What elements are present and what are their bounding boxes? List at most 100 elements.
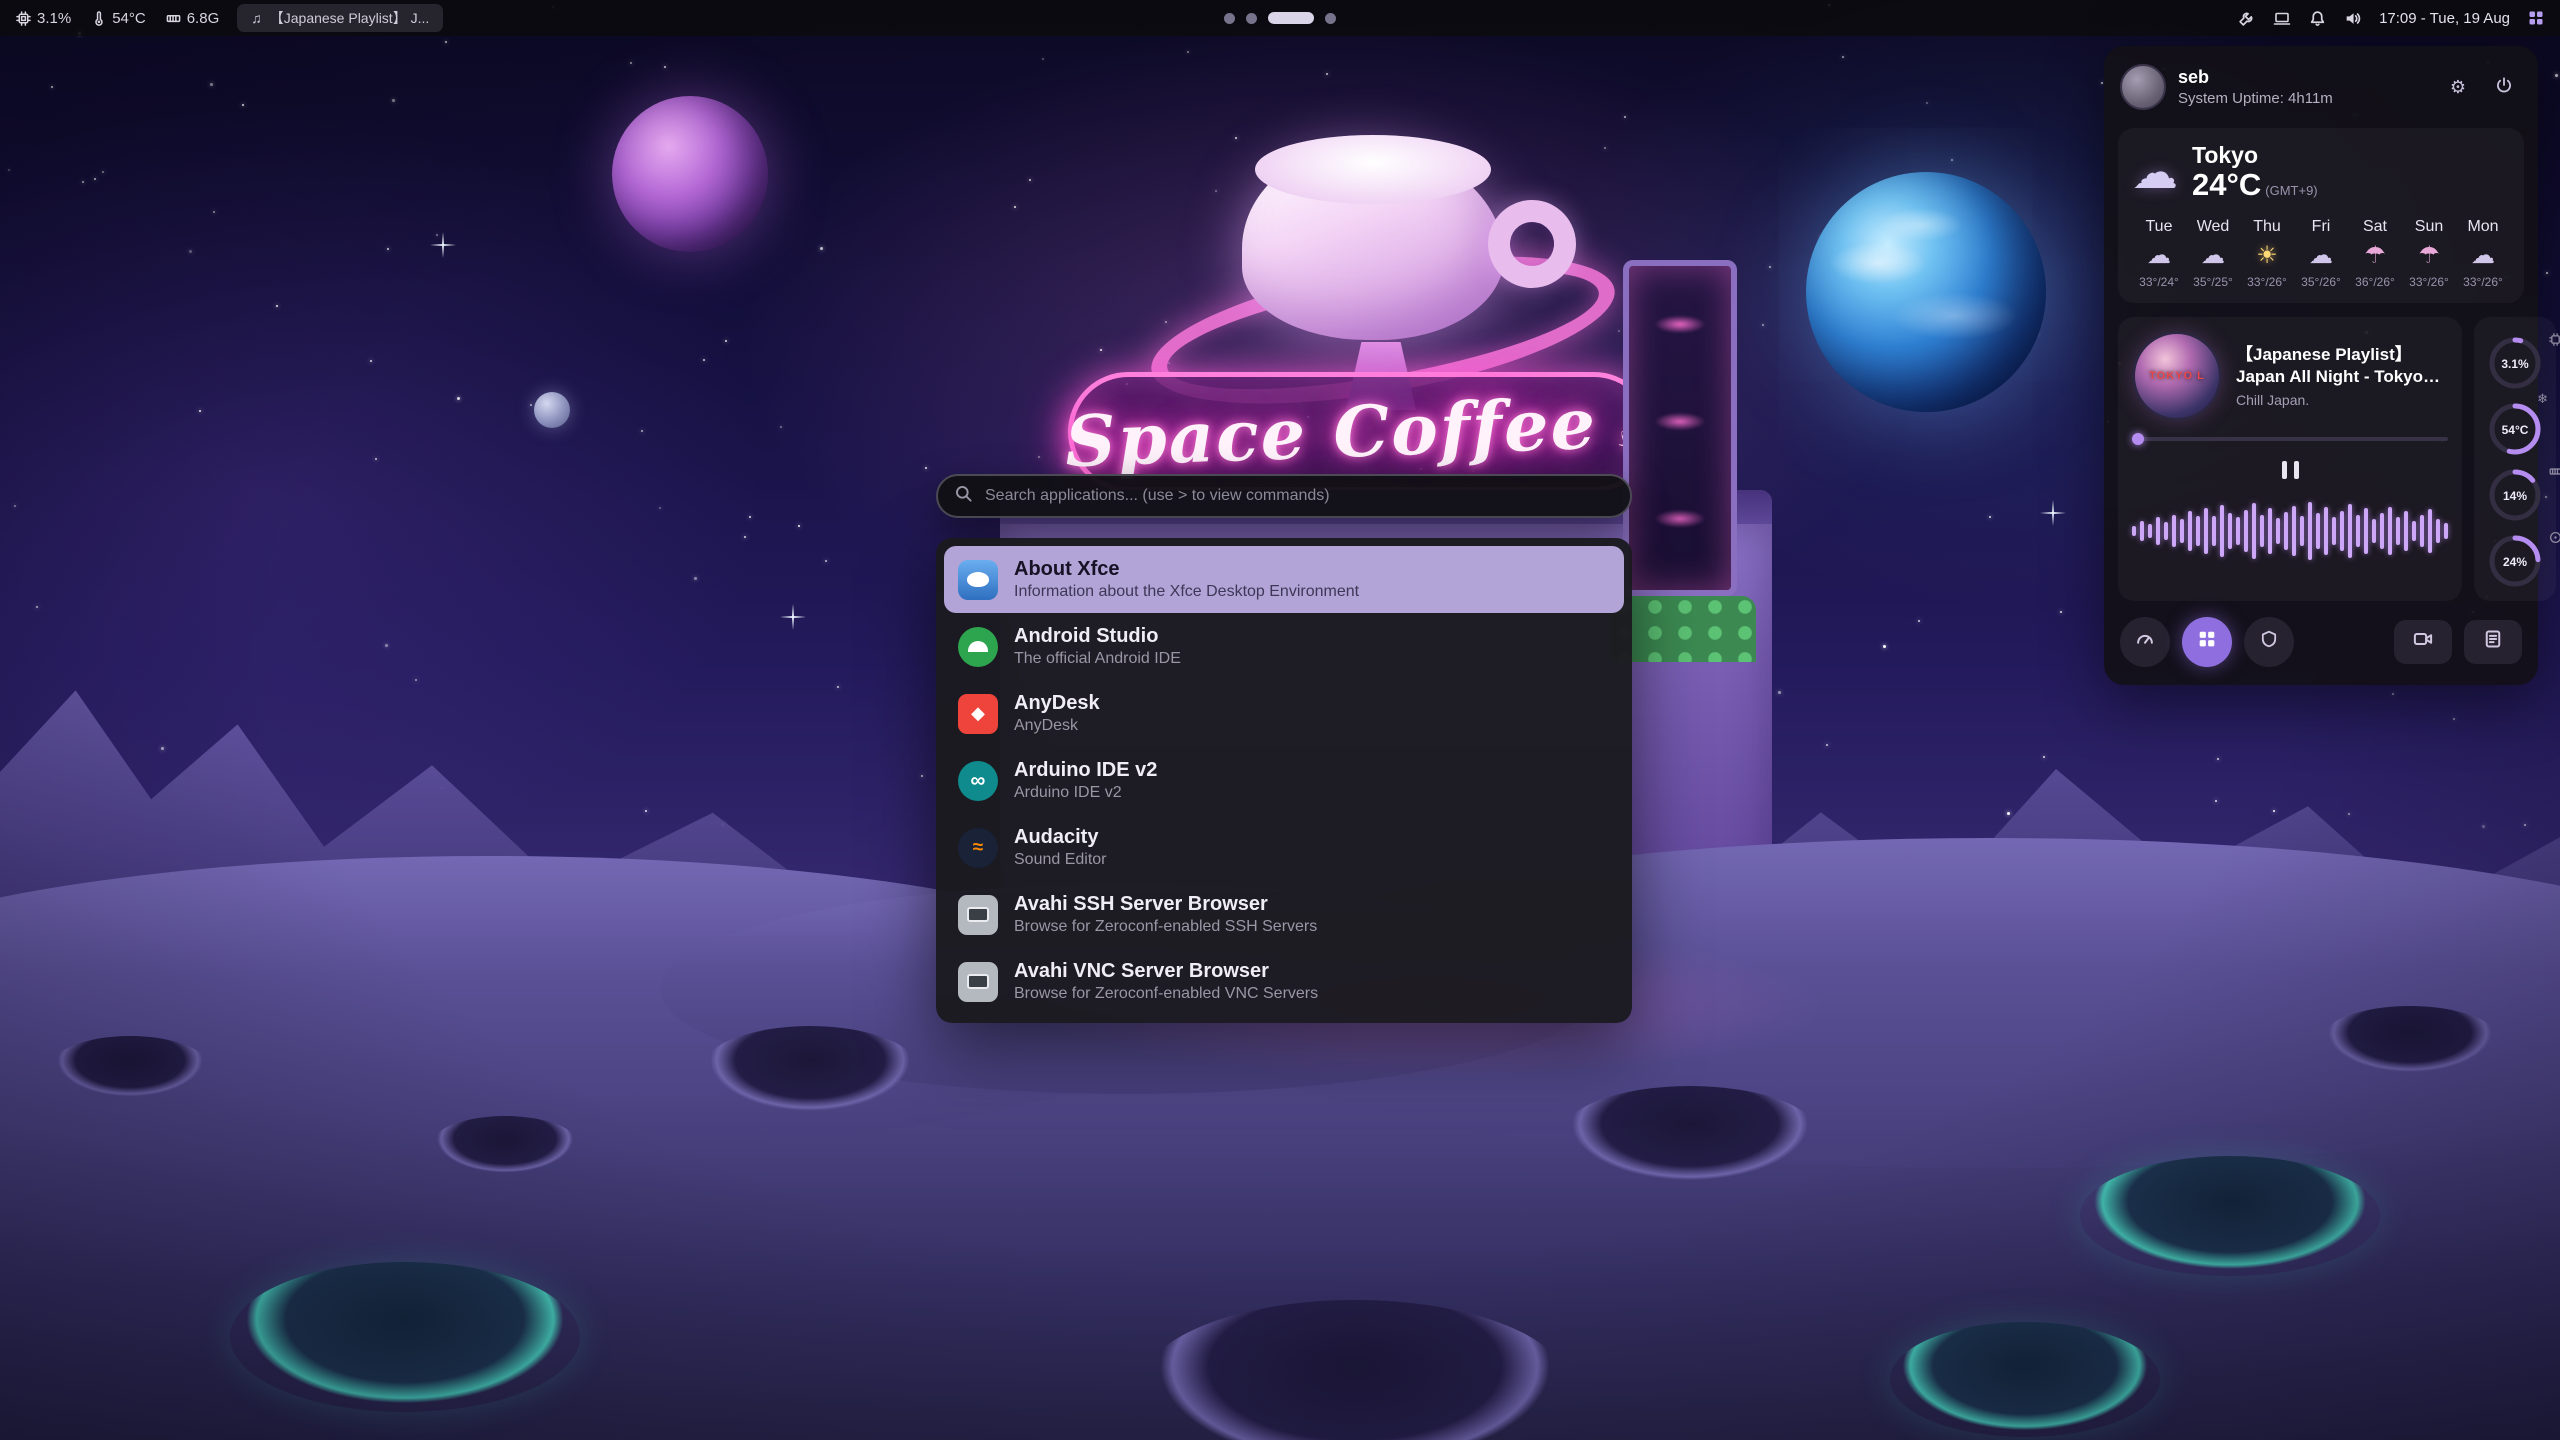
- umbrella-icon: [2348, 240, 2402, 271]
- notes-button[interactable]: [2464, 620, 2522, 664]
- small-moon: [534, 392, 570, 428]
- gauge-value: 3.1%: [2486, 357, 2544, 371]
- media-player-card: TOKYO L 【Japanese Playlist】 Japan All Ni…: [2118, 317, 2462, 601]
- app-launcher: About Xfce Information about the Xfce De…: [936, 474, 1632, 1023]
- crater: [1890, 1322, 2160, 1437]
- list-item-audacity[interactable]: ≈ Audacity Sound Editor: [944, 814, 1624, 881]
- media-pill[interactable]: ♫ 【Japanese Playlist】 J...: [237, 4, 443, 32]
- forecast-temps: 35°/25°: [2186, 275, 2240, 289]
- workspace-indicator: [1224, 0, 1336, 36]
- stats-button[interactable]: [2120, 617, 2170, 667]
- cpu-stat: 3.1%: [16, 10, 71, 27]
- power-icon: [2495, 76, 2513, 99]
- widget-sidebar: seb System Uptime: 4h11m ⚙ ☁ Tokyo 24°C(…: [2104, 46, 2538, 685]
- forecast-day: Mon: [2456, 218, 2510, 236]
- system-uptime: System Uptime: 4h11m: [2178, 90, 2333, 107]
- anydesk-icon: ◆: [958, 694, 998, 734]
- clock[interactable]: 17:09 - Tue, 19 Aug: [2379, 10, 2510, 27]
- media-title: 【Japanese Playlist】 Japan All Night - To…: [2236, 344, 2448, 388]
- grid-icon: [2198, 630, 2216, 653]
- umbrella-icon: [2402, 240, 2456, 271]
- temperature-value: 54°C: [112, 10, 146, 27]
- display-icon[interactable]: [2273, 10, 2291, 27]
- memory-gauge: 14%: [2486, 459, 2544, 525]
- crater: [1560, 1086, 1820, 1186]
- forecast-temps: 36°/26°: [2348, 275, 2402, 289]
- media-progress-bar[interactable]: [2132, 437, 2448, 441]
- workspace-dot-1[interactable]: [1224, 13, 1235, 24]
- forecast-day: Sun: [2402, 218, 2456, 236]
- memory-icon: [166, 11, 181, 26]
- list-item-about-xfce[interactable]: About Xfce Information about the Xfce De…: [944, 546, 1624, 613]
- app-desc: Browse for Zeroconf-enabled SSH Servers: [1014, 917, 1317, 937]
- cloud-icon: [2456, 240, 2510, 271]
- temperature-gauge: ❄ 54°C: [2486, 393, 2544, 459]
- list-item-avahi-vnc[interactable]: Avahi VNC Server Browser Browse for Zero…: [944, 948, 1624, 1015]
- forecast-day: Wed: [2186, 218, 2240, 236]
- system-gauges: 3.1% ❄ 54°C 14% 24%: [2474, 317, 2556, 601]
- speedometer-icon: [2135, 629, 2155, 654]
- waveform: [2132, 495, 2448, 567]
- tools-icon[interactable]: [2238, 10, 2255, 27]
- forecast-day: Sat: [2348, 218, 2402, 236]
- forecast-temps: 33°/26°: [2456, 275, 2510, 289]
- notepad-icon: [2483, 629, 2503, 654]
- themes-button[interactable]: [2244, 617, 2294, 667]
- list-item-anydesk[interactable]: ◆ AnyDesk AnyDesk: [944, 680, 1624, 747]
- list-item-arduino[interactable]: ∞ Arduino IDE v2 Arduino IDE v2: [944, 747, 1624, 814]
- app-title: Arduino IDE v2: [1014, 758, 1157, 783]
- app-title: Android Studio: [1014, 624, 1181, 649]
- list-item-avahi-ssh[interactable]: Avahi SSH Server Browser Browse for Zero…: [944, 881, 1624, 948]
- weather-card: ☁ Tokyo 24°C(GMT+9) Tue Wed Thu Fri Sat …: [2118, 128, 2524, 303]
- weather-cloud-icon: ☁: [2132, 149, 2178, 195]
- sparkle-star: [430, 232, 456, 258]
- app-desc: Information about the Xfce Desktop Envir…: [1014, 582, 1359, 602]
- app-desc: The official Android IDE: [1014, 649, 1181, 669]
- bell-icon[interactable]: [2309, 10, 2326, 27]
- screencast-button[interactable]: [2394, 620, 2452, 664]
- app-desc: Sound Editor: [1014, 850, 1107, 870]
- search-input[interactable]: [985, 487, 1614, 505]
- crater: [430, 1116, 580, 1176]
- cpu-gauge: 3.1%: [2486, 327, 2544, 393]
- pause-button[interactable]: [2270, 455, 2310, 485]
- cpu-icon: [16, 11, 31, 26]
- widgets-button[interactable]: [2182, 617, 2232, 667]
- sparkle-star: [780, 604, 806, 630]
- avatar: [2120, 64, 2166, 110]
- settings-button[interactable]: ⚙: [2440, 69, 2476, 105]
- app-title: About Xfce: [1014, 557, 1359, 582]
- workspace-dot-2[interactable]: [1246, 13, 1257, 24]
- forecast-temps: 35°/26°: [2294, 275, 2348, 289]
- app-title: AnyDesk: [1014, 691, 1100, 716]
- app-title: Avahi VNC Server Browser: [1014, 959, 1318, 984]
- sun-icon: [2240, 240, 2294, 271]
- media-pill-label: 【Japanese Playlist】 J...: [270, 8, 430, 28]
- avahi-icon: [958, 962, 998, 1002]
- earth-planet: [1806, 172, 2046, 412]
- cpu-value: 3.1%: [37, 10, 71, 27]
- power-button[interactable]: [2486, 69, 2522, 105]
- temperature-stat: 54°C: [91, 10, 146, 27]
- gauge-value: 24%: [2486, 555, 2544, 569]
- search-bar[interactable]: [936, 474, 1632, 518]
- workspace-active[interactable]: [1268, 12, 1314, 24]
- arduino-icon: ∞: [958, 761, 998, 801]
- app-grid-icon[interactable]: [2528, 10, 2544, 26]
- weather-temperature: 24°C(GMT+9): [2192, 169, 2318, 202]
- media-subtitle: Chill Japan.: [2236, 392, 2448, 408]
- memory-stat: 6.8G: [166, 10, 220, 27]
- volume-icon[interactable]: [2344, 10, 2361, 27]
- music-note-icon: ♫: [251, 10, 262, 26]
- crater: [2320, 1006, 2500, 1076]
- user-name: seb: [2178, 67, 2333, 88]
- weather-forecast: Tue Wed Thu Fri Sat Sun Mon 33°/24° 35°/…: [2132, 218, 2510, 289]
- gear-icon: ⚙: [2450, 77, 2466, 98]
- weather-timezone: (GMT+9): [2265, 183, 2317, 198]
- desktop: Space Coffee ☕ 3.1% 54°C 6.: [0, 0, 2560, 1440]
- shop-window: [1623, 260, 1737, 596]
- workspace-dot-4[interactable]: [1325, 13, 1336, 24]
- progress-handle[interactable]: [2132, 433, 2144, 445]
- app-desc: Arduino IDE v2: [1014, 783, 1157, 803]
- list-item-android-studio[interactable]: Android Studio The official Android IDE: [944, 613, 1624, 680]
